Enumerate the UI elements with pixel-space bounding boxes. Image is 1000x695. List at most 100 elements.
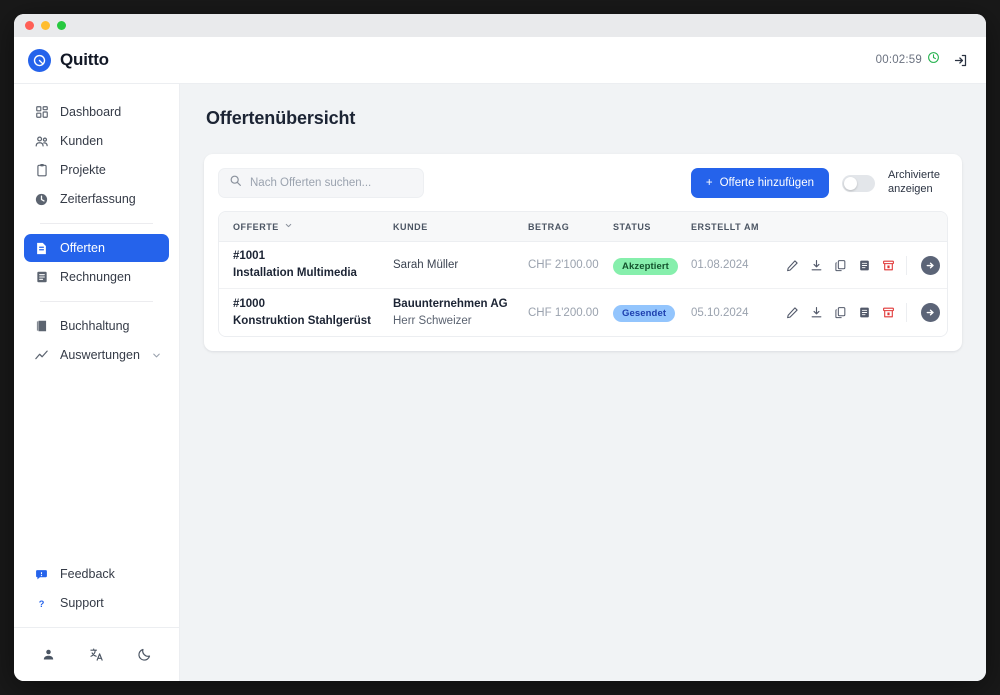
sidebar-item-label: Offerten: [60, 241, 105, 255]
arrow-right-icon[interactable]: [921, 255, 940, 275]
column-header-offerte[interactable]: OFFERTE: [233, 221, 393, 232]
sidebar-item-auswertungen[interactable]: Auswertungen: [24, 341, 169, 369]
header-right: 00:02:59: [876, 51, 968, 69]
timer-value: 00:02:59: [875, 54, 922, 66]
sidebar-item-projekte[interactable]: Projekte: [24, 156, 169, 184]
sidebar-item-zeiterfassung[interactable]: Zeiterfassung: [24, 185, 169, 213]
sidebar-footer: [14, 627, 179, 681]
table-row[interactable]: #1000 Konstruktion Stahlgerüst Bauuntern…: [219, 289, 947, 336]
logout-icon[interactable]: [953, 53, 968, 68]
status-badge: Gesendet: [613, 305, 676, 322]
search-icon: [229, 174, 242, 192]
row-action-icons: [786, 306, 906, 319]
cell-offerte: #1000 Konstruktion Stahlgerüst: [233, 296, 393, 329]
customer-contact: Herr Schweizer: [393, 314, 472, 327]
translate-icon[interactable]: [89, 647, 104, 662]
copy-icon[interactable]: [834, 306, 847, 319]
user-icon[interactable]: [41, 647, 56, 662]
app-header: Quitto 00:02:59: [14, 37, 986, 84]
chevron-down-icon[interactable]: [151, 350, 162, 361]
svg-text:?: ?: [39, 598, 45, 608]
add-offer-button[interactable]: + Offerte hinzufügen: [690, 168, 829, 198]
window-close-button[interactable]: [25, 21, 34, 30]
customer-name: Bauunternehmen AG: [393, 297, 508, 310]
offer-document-icon: [34, 241, 49, 256]
offer-title: Installation Multimedia: [233, 267, 357, 279]
cell-actions: [786, 303, 947, 322]
app-window: Quitto 00:02:59 Dashboard Kunden Projekt…: [14, 14, 986, 681]
sidebar-item-feedback[interactable]: Feedback: [24, 560, 169, 588]
moon-icon[interactable]: [137, 647, 152, 662]
offer-number: #1000: [233, 297, 265, 310]
sidebar-item-offerten[interactable]: Offerten: [24, 234, 169, 262]
archive-icon[interactable]: [882, 306, 895, 319]
row-open-cell: [906, 303, 947, 322]
arrow-right-icon[interactable]: [921, 303, 940, 322]
sidebar-nav-secondary: Feedback ? Support: [14, 560, 179, 627]
column-header-status[interactable]: STATUS: [613, 222, 691, 232]
invoice-icon[interactable]: [858, 306, 871, 319]
sidebar-item-buchhaltung[interactable]: Buchhaltung: [24, 312, 169, 340]
cell-offerte: #1001 Installation Multimedia: [233, 248, 393, 281]
show-archived-label: Archivierte anzeigen: [888, 169, 940, 195]
chevron-down-icon[interactable]: [284, 221, 293, 232]
sidebar-divider-1: [40, 223, 153, 224]
quitto-logo-icon: [28, 48, 51, 72]
cell-actions: [786, 255, 947, 275]
column-header-betrag[interactable]: BETRAG: [528, 222, 613, 232]
status-badge: Akzeptiert: [613, 257, 678, 275]
window-minimize-button[interactable]: [41, 21, 50, 30]
cell-erstellt-am: 01.08.2024: [691, 259, 749, 271]
cell-kunde: Sarah Müller: [393, 259, 528, 271]
clock-icon: [34, 192, 49, 207]
download-icon[interactable]: [810, 259, 823, 272]
sidebar-item-dashboard[interactable]: Dashboard: [24, 98, 169, 126]
sidebar-item-label: Kunden: [60, 134, 104, 148]
plus-icon: +: [705, 177, 713, 189]
edit-icon[interactable]: [786, 306, 799, 319]
table-header-row: OFFERTE KUNDE BETRAG STATUS ERSTELLT AM: [219, 212, 947, 242]
window-maximize-button[interactable]: [57, 21, 66, 30]
question-icon: ?: [34, 596, 49, 611]
sidebar-item-label: Auswertungen: [60, 348, 140, 362]
edit-icon[interactable]: [786, 259, 799, 272]
column-label: OFFERTE: [233, 221, 279, 232]
clipboard-icon: [34, 163, 49, 178]
desktop-background: Quitto 00:02:59 Dashboard Kunden Projekt…: [0, 0, 1000, 695]
brand[interactable]: Quitto: [28, 48, 109, 72]
invoice-icon[interactable]: [858, 259, 871, 272]
session-timer[interactable]: 00:02:59: [876, 51, 940, 69]
book-icon: [34, 319, 49, 334]
invoice-icon: [34, 270, 49, 285]
cell-betrag: CHF 2'100.00: [528, 259, 599, 271]
sidebar-item-kunden[interactable]: Kunden: [24, 127, 169, 155]
clock-icon: [927, 51, 940, 69]
column-header-erstellt-am[interactable]: ERSTELLT AM: [691, 222, 786, 232]
sidebar-item-label: Rechnungen: [60, 270, 131, 284]
show-archived-toggle[interactable]: [842, 174, 875, 192]
copy-icon[interactable]: [834, 259, 847, 272]
sidebar-item-support[interactable]: ? Support: [24, 589, 169, 617]
main-content: Offertenübersicht Nach Offerten suchen..…: [180, 84, 986, 681]
download-icon[interactable]: [810, 306, 823, 319]
sidebar-item-rechnungen[interactable]: Rechnungen: [24, 263, 169, 291]
toggle-knob: [844, 176, 857, 190]
row-action-icons: [786, 259, 906, 272]
search-input[interactable]: [250, 177, 413, 189]
archive-icon[interactable]: [882, 259, 895, 272]
table-row[interactable]: #1001 Installation Multimedia Sarah Müll…: [219, 242, 947, 289]
cell-kunde: Bauunternehmen AG Herr Schweizer: [393, 296, 528, 329]
offer-number: #1001: [233, 250, 265, 263]
customer-name: Sarah Müller: [393, 259, 459, 271]
sidebar-item-label: Zeiterfassung: [60, 192, 136, 206]
offer-title: Konstruktion Stahlgerüst: [233, 314, 372, 327]
cell-erstellt-am: 05.10.2024: [691, 306, 749, 319]
sidebar: Dashboard Kunden Projekte Zeiterfassung …: [14, 84, 180, 681]
search-box[interactable]: [218, 168, 424, 198]
sidebar-item-label: Support: [60, 596, 104, 610]
column-header-kunde[interactable]: KUNDE: [393, 222, 528, 232]
offers-toolbar: + Offerte hinzufügen Archivierte anzeige…: [218, 168, 948, 198]
sidebar-item-label: Buchhaltung: [60, 319, 130, 333]
page-title: Offertenübersicht: [206, 108, 356, 128]
row-open-cell: [906, 255, 947, 275]
